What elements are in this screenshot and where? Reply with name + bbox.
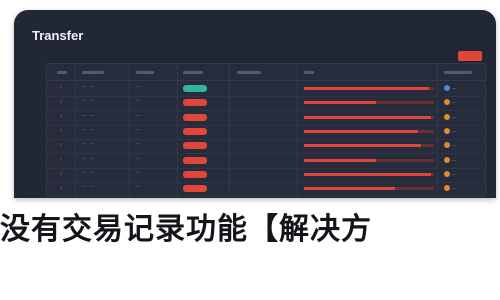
progress-bar — [304, 115, 434, 119]
progress-bar — [304, 172, 434, 176]
column-header-num — [57, 71, 67, 74]
row-number: ≡ — [60, 185, 63, 191]
status-badge[interactable] — [183, 99, 207, 107]
row-name: —— — [136, 99, 141, 104]
row-type-label: — — [452, 170, 456, 176]
status-badge[interactable] — [183, 142, 207, 150]
coin-icon — [444, 99, 450, 106]
row-date: —— —— — [82, 185, 95, 190]
coin-icon — [444, 113, 450, 120]
coin-icon — [444, 127, 450, 134]
coin-icon — [444, 185, 450, 192]
row-number: ≡ — [60, 142, 63, 148]
status-badge[interactable] — [183, 185, 207, 193]
column-header-amount — [237, 71, 261, 74]
status-badge[interactable] — [183, 85, 207, 92]
column-header-type — [444, 71, 472, 74]
row-number: ≡ — [60, 99, 63, 105]
progress-fill — [304, 87, 429, 90]
coin-icon — [444, 142, 450, 149]
row-name: —— — [136, 127, 141, 132]
progress-bar — [304, 187, 434, 191]
row-name: —— — [136, 185, 141, 190]
progress-fill — [304, 144, 421, 148]
progress-fill — [304, 129, 419, 133]
row-name: —— — [136, 142, 141, 147]
page-caption: 没有交易记录功能【解决方 — [0, 212, 372, 247]
row-date: —— —— — [82, 99, 95, 104]
row-number: ≡ — [60, 170, 63, 176]
column-header-date — [82, 71, 104, 74]
progress-fill — [304, 158, 376, 162]
column-header-name — [136, 71, 154, 74]
progress-bar — [304, 129, 434, 133]
row-date: —— —— — [82, 85, 95, 89]
table-header — [47, 64, 485, 81]
row-type-label: — — [452, 85, 456, 90]
row-name: —— — [136, 156, 141, 161]
row-number: ≡ — [60, 127, 63, 133]
row-name: —— — [136, 85, 141, 89]
status-badge[interactable] — [183, 156, 207, 164]
coin-icon — [444, 156, 450, 163]
progress-bar — [304, 144, 434, 148]
status-badge[interactable] — [183, 113, 207, 121]
row-type-label: — — [452, 113, 456, 119]
status-badge[interactable] — [183, 127, 207, 135]
row-type-label: — — [452, 156, 456, 162]
row-type-label: — — [452, 185, 456, 191]
progress-bar — [304, 87, 434, 90]
primary-action-button[interactable] — [458, 51, 482, 61]
progress-fill — [304, 101, 376, 105]
progress-bar — [304, 158, 434, 162]
row-date: —— —— — [82, 156, 95, 161]
table-row[interactable]: ≡ —— —— —— — — [47, 181, 485, 196]
coin-icon — [444, 170, 450, 177]
row-number: ≡ — [60, 156, 63, 162]
transactions-table: ≡ —— —— —— — ≡ —— —— —— — ≡ —— —— —— — ≡ —— —— —— — ≡ —— … — [46, 63, 486, 197]
row-date: —— —— — [82, 127, 95, 132]
row-type-label: — — [452, 127, 456, 133]
column-header-status — [183, 71, 203, 74]
column-header-progress — [304, 71, 314, 74]
status-badge[interactable] — [183, 170, 207, 178]
progress-fill — [304, 115, 432, 119]
row-date: —— —— — [82, 170, 95, 175]
row-number: ≡ — [60, 113, 63, 119]
app-window: Transfer ≡ —— —— —— — ≡ —— —— —— — ≡ —— —— —— — ≡ —— … — [14, 10, 496, 198]
row-date: —— —— — [82, 113, 95, 118]
row-name: —— — [136, 113, 141, 118]
row-number: ≡ — [60, 85, 63, 90]
coin-icon — [444, 85, 450, 91]
window-title: Transfer — [32, 28, 84, 43]
progress-bar — [304, 101, 434, 105]
row-type-label: — — [452, 142, 456, 148]
progress-fill — [304, 187, 395, 191]
row-type-label: — — [452, 99, 456, 105]
row-date: —— —— — [82, 142, 95, 147]
progress-fill — [304, 172, 432, 176]
row-name: —— — [136, 170, 141, 175]
